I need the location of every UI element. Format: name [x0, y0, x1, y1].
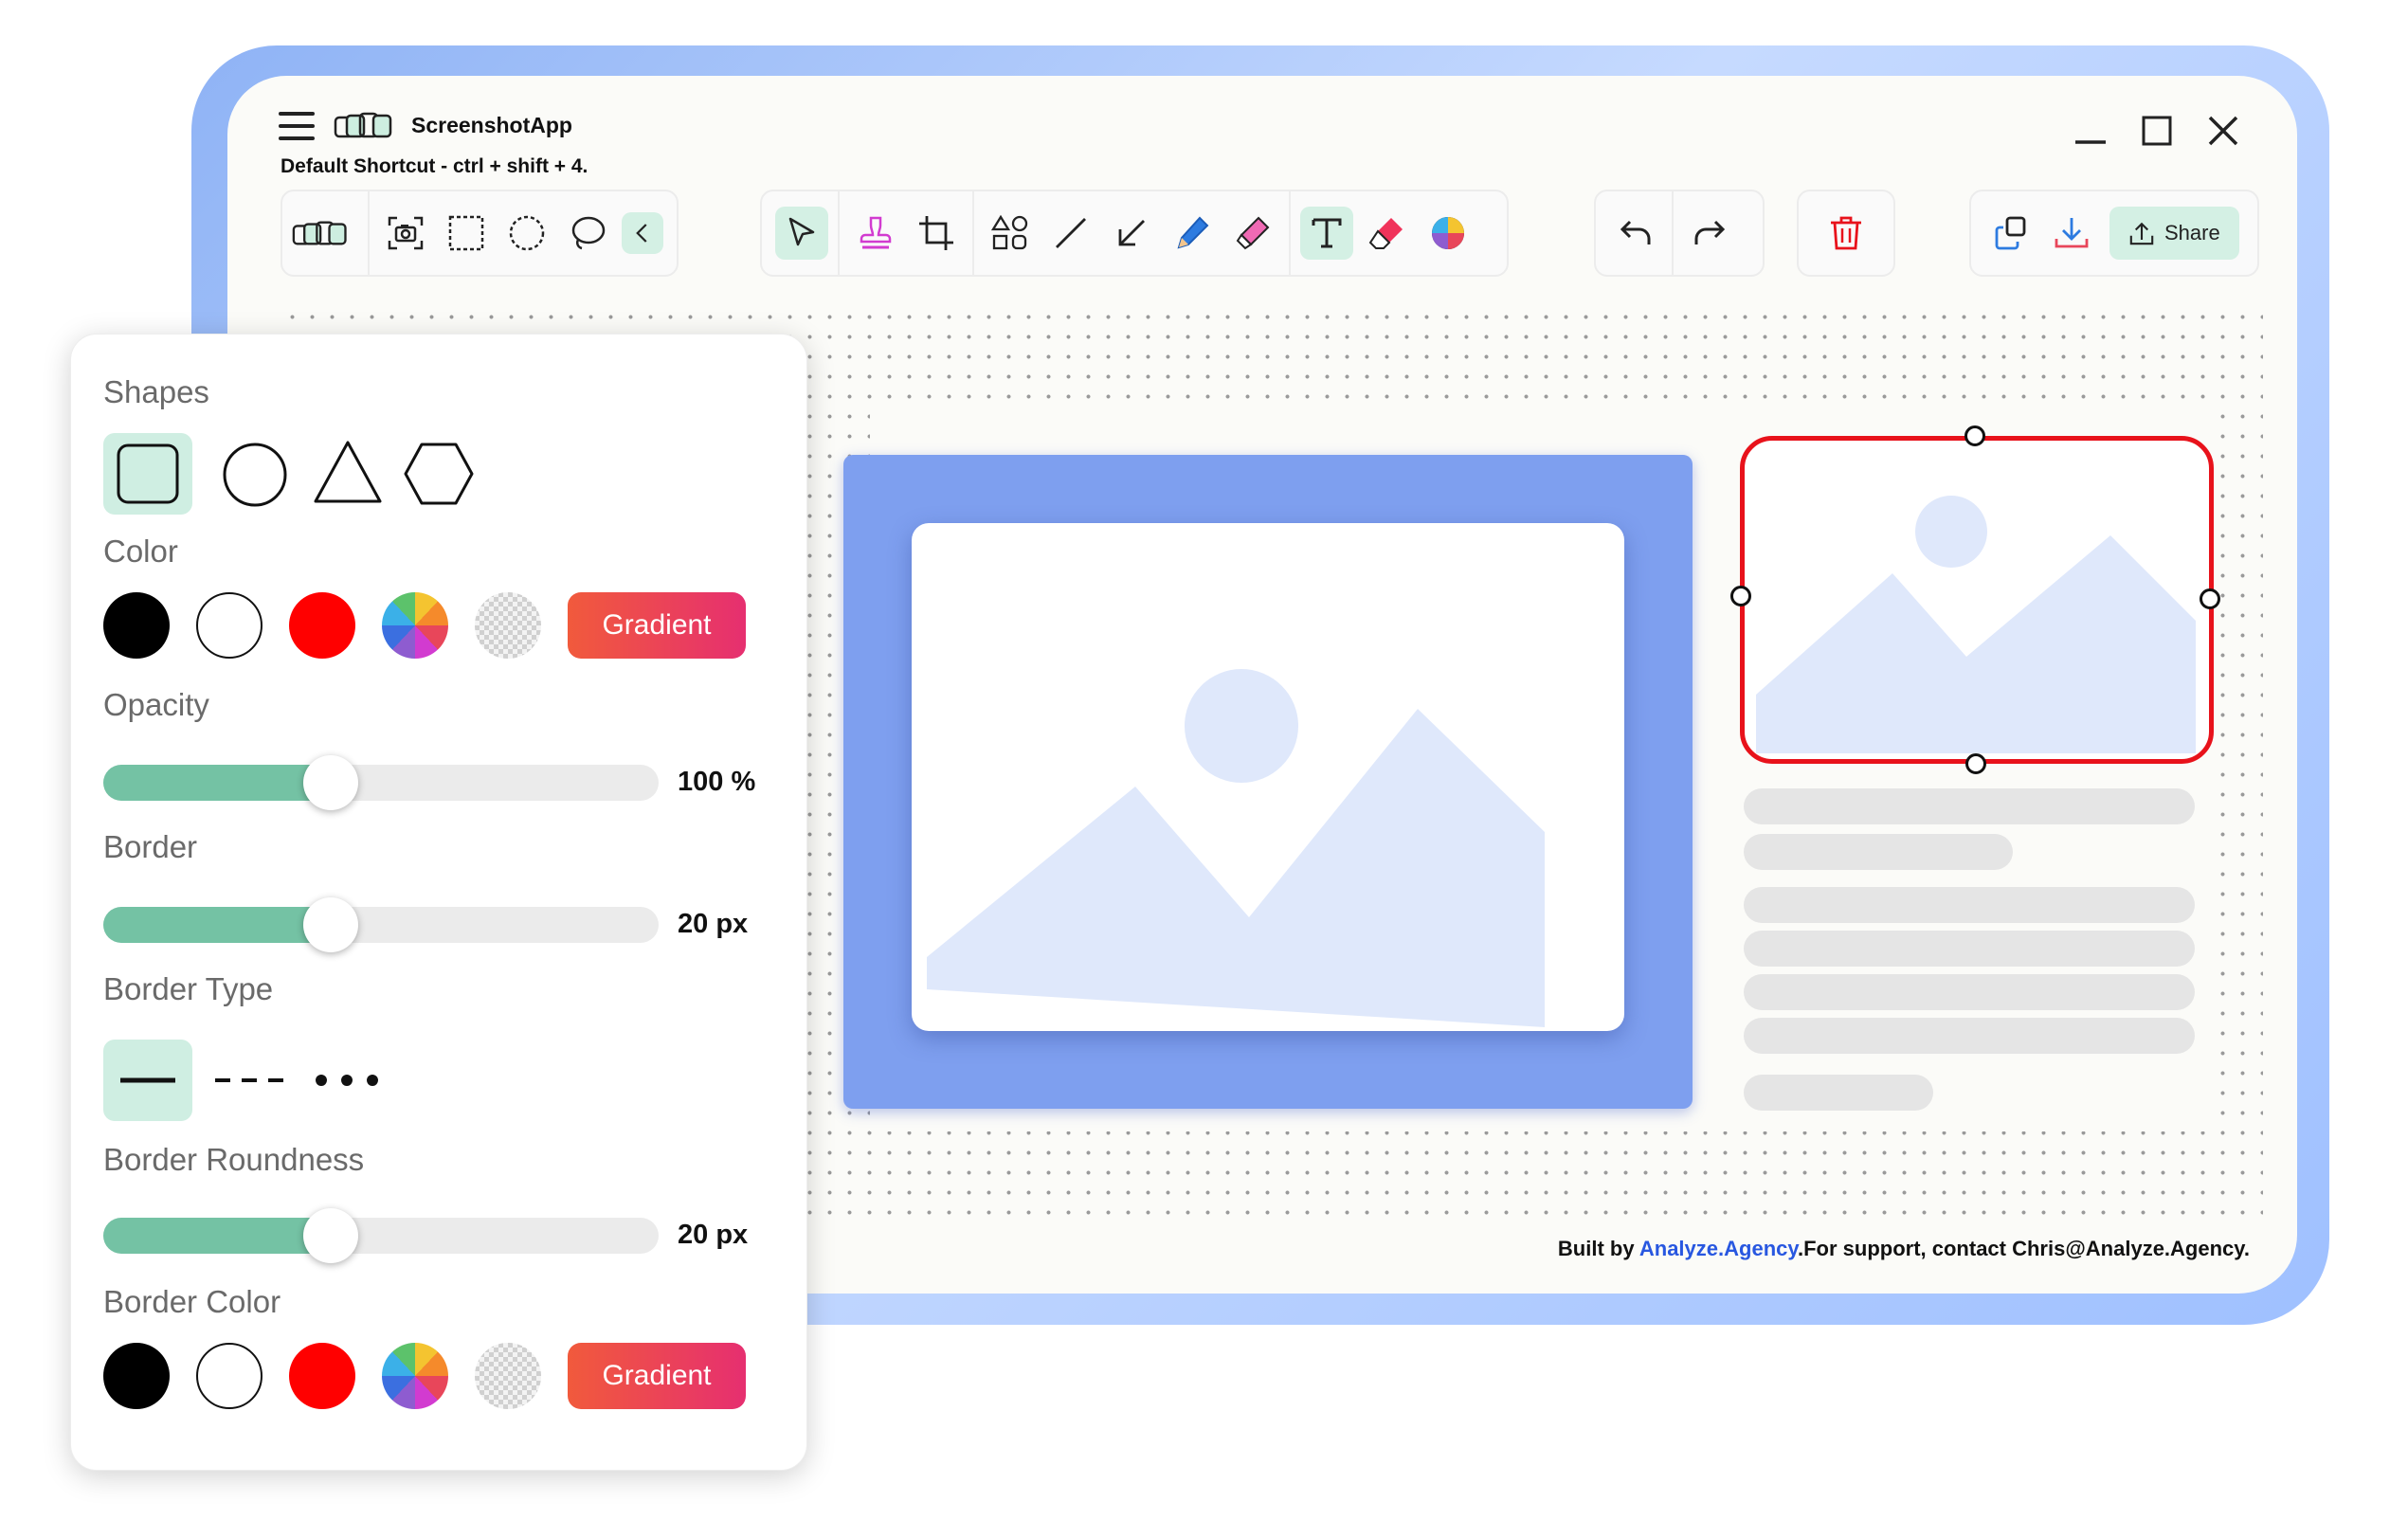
- lasso-select-icon[interactable]: [561, 207, 614, 260]
- analyze-agency-link[interactable]: Analyze.Agency: [1639, 1237, 1798, 1260]
- stamp-icon[interactable]: [849, 207, 902, 260]
- redo-icon[interactable]: [1683, 207, 1736, 260]
- border-color-swatch-red[interactable]: [289, 1343, 355, 1409]
- dashed-line-icon[interactable]: [213, 1072, 285, 1089]
- border-roundness-slider-thumb[interactable]: [303, 1208, 359, 1263]
- opacity-slider[interactable]: [103, 755, 659, 810]
- border-gradient-button[interactable]: Gradient: [568, 1343, 746, 1409]
- line-icon[interactable]: [1044, 207, 1097, 260]
- copy-icon[interactable]: [1984, 207, 2037, 260]
- close-icon[interactable]: [2206, 114, 2240, 148]
- footer-prefix: Built by: [1557, 1237, 1639, 1260]
- text-placeholder-bar: [1744, 974, 2195, 1010]
- image-placeholder-icon: [1756, 496, 2196, 753]
- crop-icon[interactable]: [910, 207, 963, 260]
- screenshot-frame[interactable]: [843, 455, 1693, 1109]
- arrow-icon[interactable]: [1105, 207, 1158, 260]
- resize-handle-bottom[interactable]: [1965, 753, 1986, 774]
- text-placeholder-bar: [1744, 788, 2195, 824]
- trash-icon[interactable]: [1820, 207, 1873, 260]
- delete-toolbar: [1797, 190, 1895, 277]
- draw-toolbar: [760, 190, 1509, 277]
- footer-suffix: .For support, contact Chris@Analyze.Agen…: [1797, 1237, 2250, 1260]
- resize-handle-top[interactable]: [1964, 425, 1985, 446]
- resize-handle-right[interactable]: [2200, 588, 2220, 609]
- border-color-swatch-transparent[interactable]: [475, 1343, 541, 1409]
- chevron-left-icon[interactable]: [622, 212, 663, 254]
- gradient-button[interactable]: Gradient: [568, 592, 746, 659]
- export-toolbar: Share: [1969, 190, 2259, 277]
- default-shortcut-text: Default Shortcut - ctrl + shift + 4.: [281, 155, 588, 177]
- color-swatch-transparent[interactable]: [475, 592, 541, 659]
- circle-select-icon[interactable]: [500, 207, 553, 260]
- border-roundness-label: Border Roundness: [103, 1142, 365, 1177]
- logo-icon[interactable]: [286, 207, 358, 260]
- border-slider[interactable]: [103, 897, 659, 952]
- share-label: Share: [2164, 221, 2220, 244]
- border-color-swatch-black[interactable]: [103, 1343, 170, 1409]
- opacity-slider-thumb[interactable]: [303, 755, 359, 810]
- undo-icon[interactable]: [1609, 207, 1662, 260]
- border-roundness-value: 20 px: [678, 1220, 749, 1250]
- text-placeholder-bar: [1744, 931, 2195, 967]
- footer-credits: Built by Analyze.Agency.For support, con…: [1558, 1237, 2250, 1261]
- rectangle-select-icon[interactable]: [440, 207, 493, 260]
- border-color-swatch-rainbow[interactable]: [382, 1343, 448, 1409]
- text-icon[interactable]: [1300, 207, 1353, 260]
- border-color-swatch-white[interactable]: [196, 1343, 263, 1409]
- highlighter-icon[interactable]: [1226, 207, 1279, 260]
- hamburger-menu-icon[interactable]: [279, 112, 315, 140]
- capture-toolbar: [281, 190, 679, 277]
- dotted-line-icon[interactable]: [314, 1070, 380, 1091]
- color-label: Color: [103, 534, 178, 569]
- solid-line-icon[interactable]: [118, 1072, 177, 1089]
- text-placeholder-bar: [1744, 834, 2013, 870]
- text-placeholder-bar: [1744, 1075, 1933, 1111]
- circle-icon[interactable]: [221, 441, 289, 509]
- opacity-label: Opacity: [103, 687, 209, 722]
- opacity-value: 100 %: [678, 767, 756, 797]
- app-title: ScreenshotApp: [411, 113, 572, 137]
- image-placeholder-icon: [927, 669, 1545, 1027]
- download-icon[interactable]: [2045, 207, 2098, 260]
- shapes-icon[interactable]: [984, 207, 1037, 260]
- resize-handle-left[interactable]: [1730, 586, 1751, 606]
- shape-properties-panel: Shapes Color Gradient Opacity 100 % Bord…: [70, 334, 807, 1471]
- upload-icon: [2129, 222, 2154, 245]
- screenshot-camera-icon[interactable]: [379, 207, 432, 260]
- color-swatch-red[interactable]: [289, 592, 355, 659]
- border-color-label: Border Color: [103, 1284, 281, 1319]
- history-toolbar: [1594, 190, 1765, 277]
- text-placeholder-bar: [1744, 887, 2195, 923]
- eraser-icon[interactable]: [1361, 207, 1414, 260]
- shapes-label: Shapes: [103, 374, 209, 409]
- app-logo-icon: [334, 112, 392, 138]
- rounded-square-icon[interactable]: [115, 443, 181, 505]
- selected-image-element[interactable]: [1740, 436, 2214, 764]
- image-placeholder-card: [912, 523, 1624, 1031]
- minimize-icon[interactable]: [2073, 114, 2108, 148]
- text-placeholder-bar: [1744, 1018, 2195, 1054]
- border-label: Border: [103, 829, 198, 864]
- color-swatch-rainbow[interactable]: [382, 592, 448, 659]
- color-swatch-white[interactable]: [196, 592, 263, 659]
- triangle-icon[interactable]: [312, 439, 384, 507]
- border-type-label: Border Type: [103, 971, 274, 1006]
- border-roundness-slider[interactable]: [103, 1208, 659, 1263]
- color-swatch-black[interactable]: [103, 592, 170, 659]
- pen-icon[interactable]: [1166, 207, 1219, 260]
- border-value: 20 px: [678, 909, 749, 939]
- pointer-icon[interactable]: [775, 207, 828, 260]
- share-button[interactable]: Share: [2109, 207, 2239, 260]
- hexagon-icon[interactable]: [403, 441, 475, 507]
- border-slider-thumb[interactable]: [303, 897, 359, 952]
- maximize-icon[interactable]: [2140, 114, 2174, 148]
- color-wheel-icon[interactable]: [1421, 207, 1475, 260]
